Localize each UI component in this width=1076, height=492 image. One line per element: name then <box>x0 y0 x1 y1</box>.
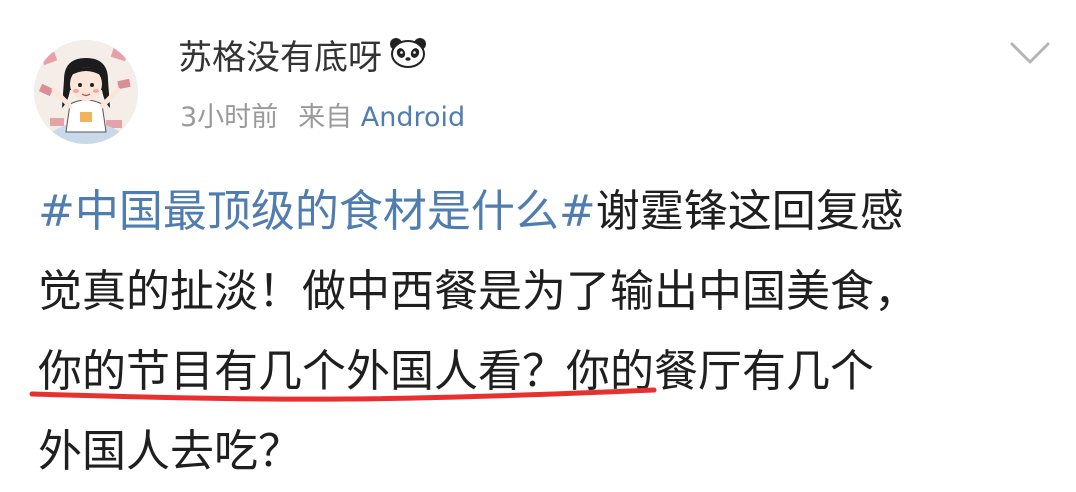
post-meta: 3小时前 来自 Android <box>180 100 465 136</box>
post-line-3: 你的节目有几个外国人看？你的餐厅有几个 <box>38 346 874 397</box>
username[interactable]: 苏格没有底呀 <box>178 36 428 80</box>
chevron-down-icon[interactable] <box>1006 34 1054 74</box>
post-line-4: 外国人去吃？ <box>38 426 302 477</box>
panda-face-icon <box>388 35 428 79</box>
source-app[interactable]: Android <box>361 102 465 133</box>
post-line-2: 觉真的扯淡！做中西餐是为了输出中国美食， <box>38 266 918 317</box>
avatar-illustration <box>34 40 138 144</box>
post-line-1: #中国最顶级的食材是什么#谢霆锋这回复感 <box>38 172 1058 252</box>
avatar[interactable] <box>34 40 138 144</box>
hashtag-link[interactable]: #中国最顶级的食材是什么# <box>38 186 596 237</box>
username-text: 苏格没有底呀 <box>178 38 382 78</box>
post-line-1-text: 谢霆锋这回复感 <box>595 186 904 237</box>
post-time: 3小时前 <box>180 102 279 133</box>
post-body: #中国最顶级的食材是什么#谢霆锋这回复感 觉真的扯淡！做中西餐是为了输出中国美食… <box>38 172 1058 492</box>
source-prefix: 来自 <box>298 102 353 133</box>
